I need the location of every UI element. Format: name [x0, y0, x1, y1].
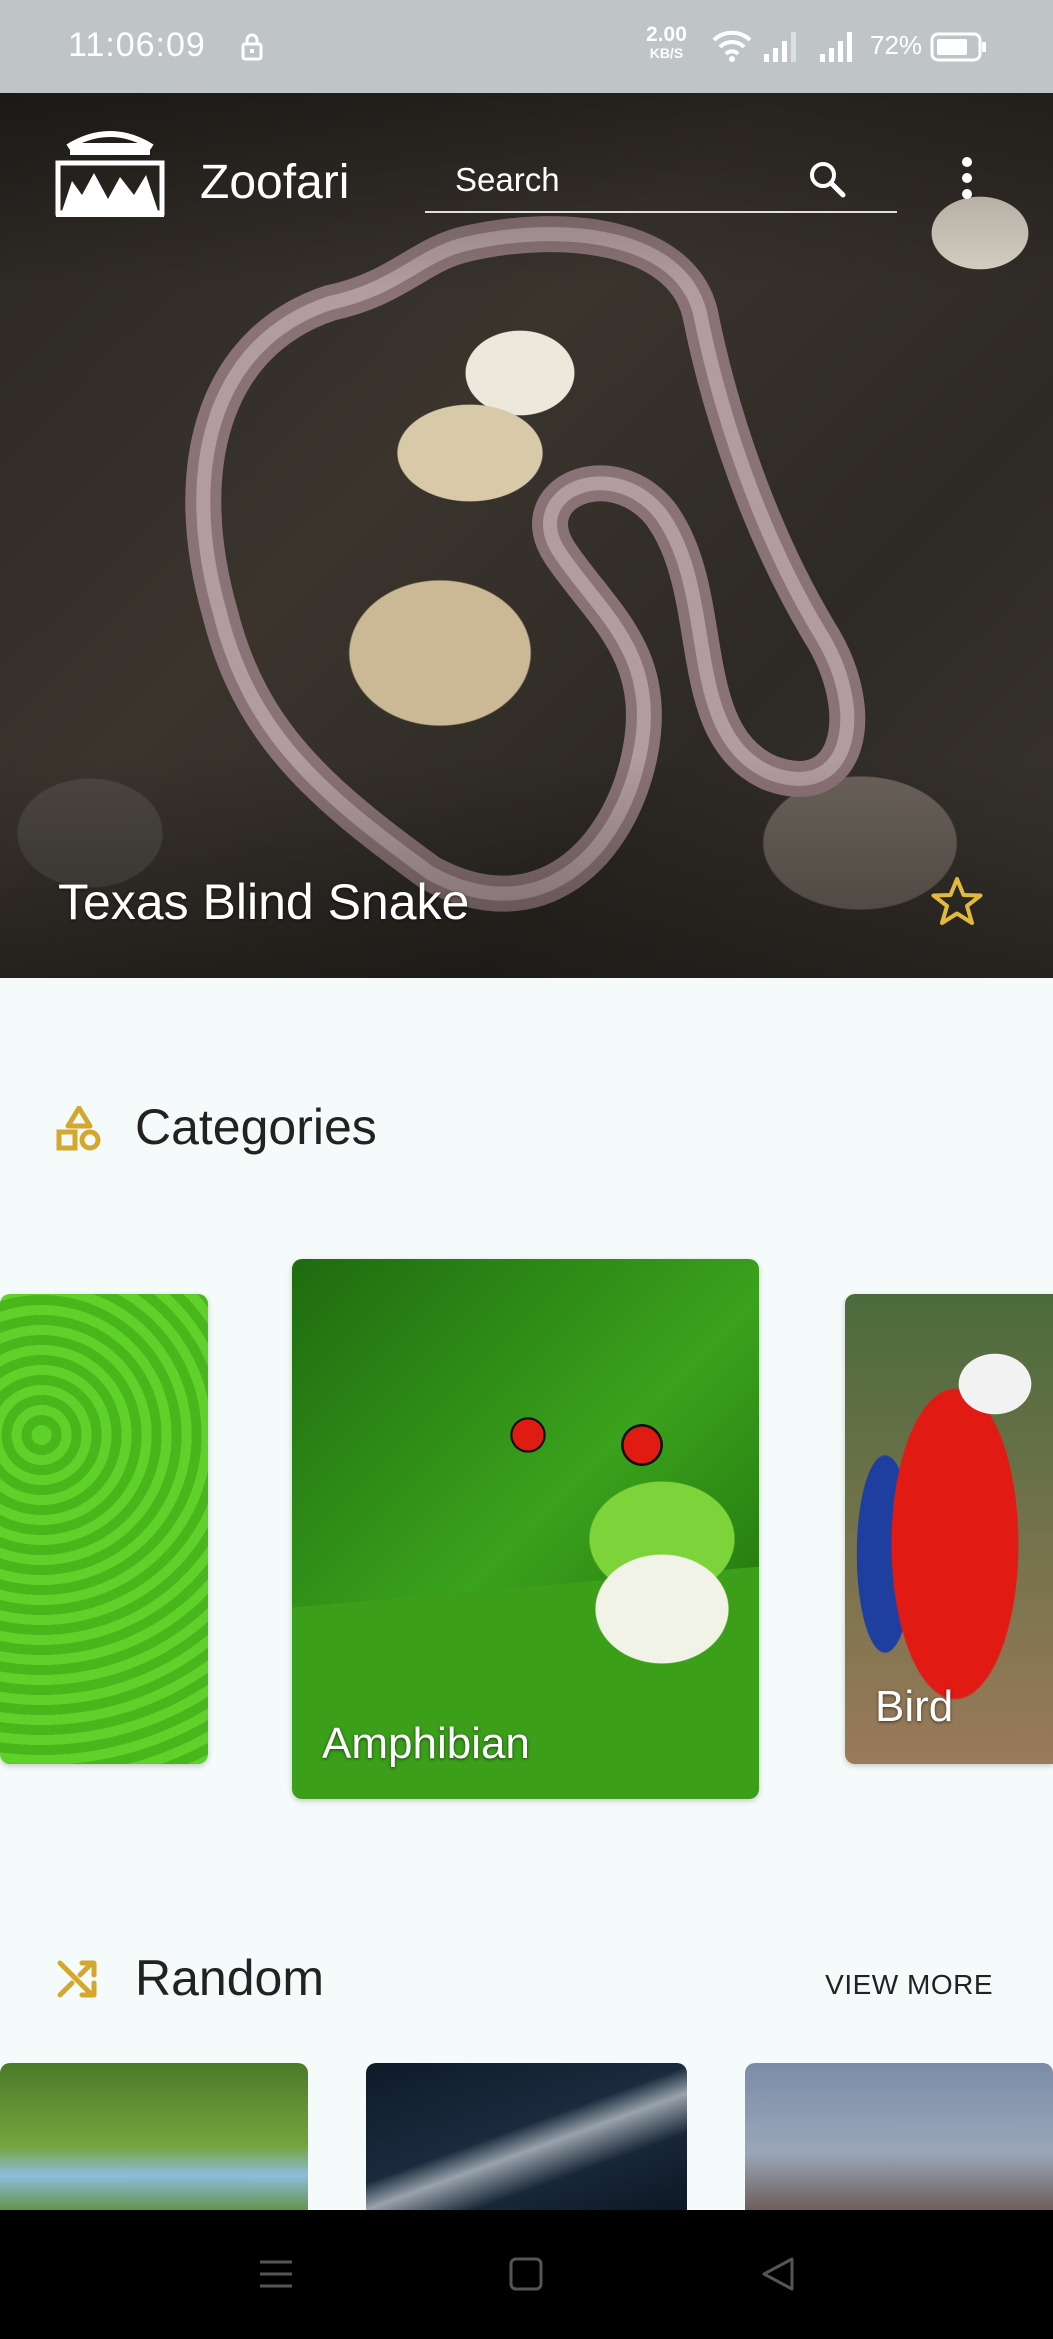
status-bar: 11:06:09 2.00 KB/S 72%: [0, 0, 1053, 93]
app-title: Zoofari: [200, 156, 350, 209]
zoofari-logo: [55, 131, 165, 217]
menu-icon[interactable]: [256, 2254, 296, 2294]
random-header: Random VIEW MORE: [0, 1943, 1053, 2013]
search-icon[interactable]: [807, 159, 847, 199]
lock-icon: [241, 33, 263, 61]
home-square-icon[interactable]: [506, 2254, 546, 2294]
shapes-icon: [56, 1106, 101, 1151]
category-card-bird[interactable]: Bird: [845, 1294, 1053, 1764]
status-time: 11:06:09: [68, 26, 206, 64]
category-card-snake[interactable]: [0, 1294, 208, 1764]
featured-animal-banner[interactable]: Zoofari Texas Blind Snake: [0, 93, 1053, 978]
featured-animal-name: Texas Blind Snake: [58, 874, 470, 930]
search-bar[interactable]: [425, 149, 897, 213]
system-nav-bar: [0, 2210, 1053, 2339]
random-title: Random: [135, 1950, 324, 2006]
search-input[interactable]: [453, 159, 817, 201]
overflow-menu-icon[interactable]: [952, 153, 982, 213]
signal-icon-2: [820, 32, 852, 62]
shuffle-icon: [57, 1960, 97, 1998]
category-label: Bird: [875, 1682, 954, 1731]
back-triangle-icon[interactable]: [758, 2254, 798, 2294]
signal-icon: [764, 32, 796, 62]
random-animal-card[interactable]: [745, 2063, 1053, 2213]
star-outline-icon[interactable]: [930, 876, 984, 928]
wifi-icon: [712, 30, 752, 62]
network-speed: 2.00 KB/S: [646, 23, 687, 61]
random-animal-card[interactable]: [0, 2063, 308, 2213]
category-card-amphibian[interactable]: Amphibian: [292, 1259, 759, 1799]
battery-percent: 72%: [870, 30, 923, 60]
category-label: Amphibian: [322, 1719, 530, 1768]
categories-title: Categories: [135, 1099, 377, 1155]
categories-header: Categories: [0, 1092, 1053, 1162]
battery-icon: [930, 32, 986, 62]
random-animal-card[interactable]: [366, 2063, 687, 2213]
view-more-button[interactable]: VIEW MORE: [825, 1969, 993, 2001]
